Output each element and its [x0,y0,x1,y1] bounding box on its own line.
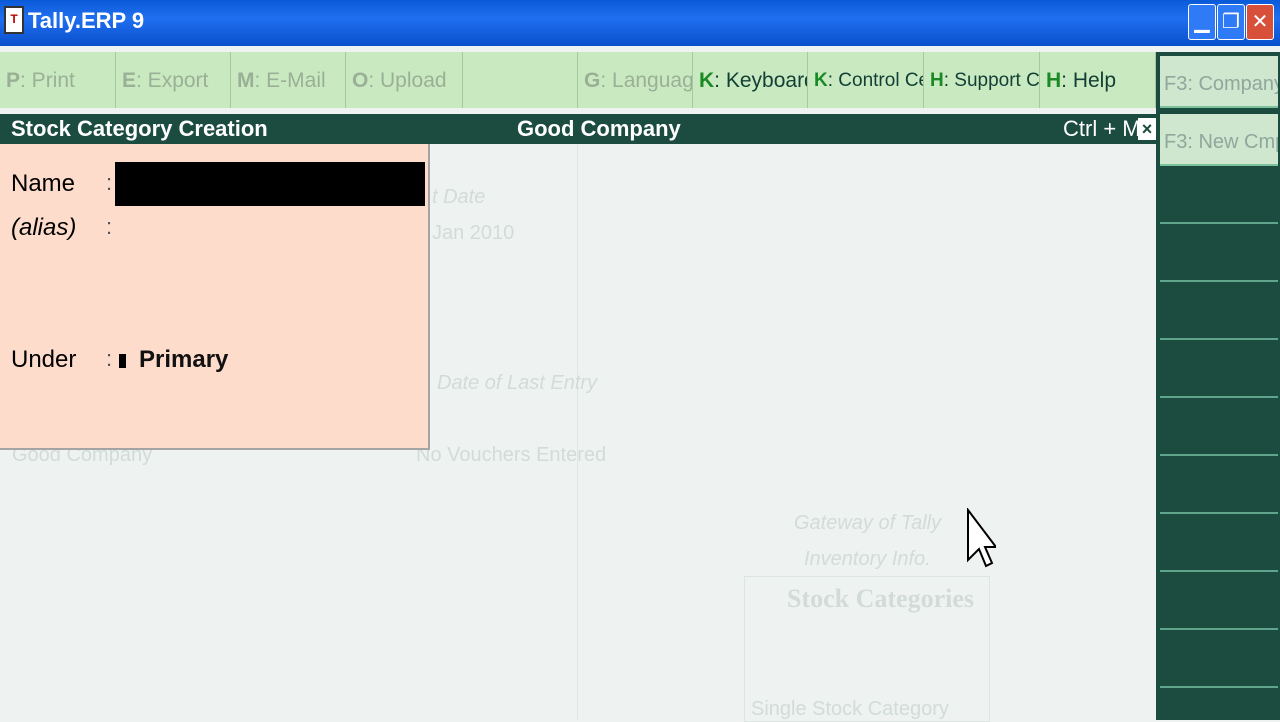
bg-no-vouchers: No Vouchers Entered [416,444,607,466]
help-label: : Help [1061,69,1117,92]
bg-date-value: Jan 2010 [432,222,515,244]
keyboard-label: : Keyboard [714,69,808,92]
export-key: E [122,69,137,92]
bg-gateway-title: Gateway of Tally [794,512,942,534]
email-button[interactable]: M: E-Mail [231,52,346,108]
support-centre-button[interactable]: H: Support Centre [924,52,1040,108]
maximize-button[interactable]: ❐ [1217,4,1245,40]
window-title: Tally.ERP 9 [28,8,145,33]
print-button[interactable]: P: Print [0,52,116,108]
under-field[interactable]: Primary [139,346,228,374]
minimize-shortcut: Ctrl + M [1063,116,1141,141]
print-key: P [6,69,21,92]
language-key: G [584,69,601,92]
cursor-marker [119,354,126,368]
upload-label: : Upload [368,69,447,92]
control-centre-button[interactable]: K: Control Centre [808,52,924,108]
control-centre-key: K [814,70,828,91]
bg-inventory-info: Inventory Info. [804,548,931,570]
close-window-button[interactable]: ✕ [1246,4,1274,40]
right-panel-button-5[interactable] [1160,288,1278,340]
upload-button[interactable]: O: Upload [346,52,463,108]
export-button[interactable]: E: Export [116,52,231,108]
email-key: M [237,69,255,92]
right-panel-button-9[interactable] [1160,520,1278,572]
right-button-panel: F3: Company F3: New Cmp [1156,52,1280,720]
support-centre-key: H [930,70,944,91]
help-button[interactable]: H: Help [1040,52,1156,108]
language-button[interactable]: G: Language [578,52,693,108]
title-bar: T Tally.ERP 9 ▁ ❐ ✕ [0,0,1280,46]
column-divider [577,144,578,720]
under-colon: : [106,346,113,371]
help-key: H [1046,69,1062,92]
bg-single-stock-category: Single Stock Category [751,698,949,720]
screen-title: Stock Category Creation [11,116,268,141]
bg-stock-categories-title: Stock Categories [787,584,975,613]
close-screen-icon[interactable]: × [1138,118,1156,140]
tally-app-icon: T [4,6,24,34]
company-name: Good Company [517,116,681,141]
minimize-button[interactable]: ▁ [1188,4,1216,40]
right-panel-button-7[interactable] [1160,404,1278,456]
mouse-pointer-icon [967,508,996,568]
stock-category-form: Name : (alias) : Under : Primary [0,144,430,450]
control-centre-label: : Control Centre [827,70,923,91]
f3-new-company-button[interactable]: F3: New Cmp [1160,114,1278,166]
right-panel-button-3[interactable] [1160,172,1278,224]
keyboard-button[interactable]: K: Keyboard [693,52,808,108]
name-label: Name [11,170,76,197]
print-label: : Print [20,69,75,92]
export-label: : Export [136,69,209,92]
name-colon: : [106,170,113,195]
bg-last-entry-label: Date of Last Entry [437,372,598,394]
right-panel-button-8[interactable] [1160,462,1278,514]
right-panel-button-6[interactable] [1160,346,1278,398]
screen-header: Stock Category Creation Good Company Ctr… [0,114,1156,144]
right-panel-button-4[interactable] [1160,230,1278,282]
keyboard-key: K [699,69,715,92]
top-toolbar: P: Print E: Export M: E-Mail O: Upload G… [0,52,1156,108]
alias-colon: : [106,214,113,239]
alias-label: (alias) [11,214,77,241]
support-centre-label: : Support Centre [943,70,1040,91]
email-label: : E-Mail [254,69,326,92]
upload-key: O [352,69,369,92]
under-label: Under [11,346,77,373]
f3-company-button[interactable]: F3: Company [1160,56,1278,108]
language-label: : Language [600,69,693,92]
right-panel-button-10[interactable] [1160,578,1278,630]
bg-date-label: t Date [432,186,486,208]
empty-toolbar-slot [463,52,578,108]
right-panel-button-11[interactable] [1160,636,1278,688]
name-field[interactable] [115,162,425,206]
